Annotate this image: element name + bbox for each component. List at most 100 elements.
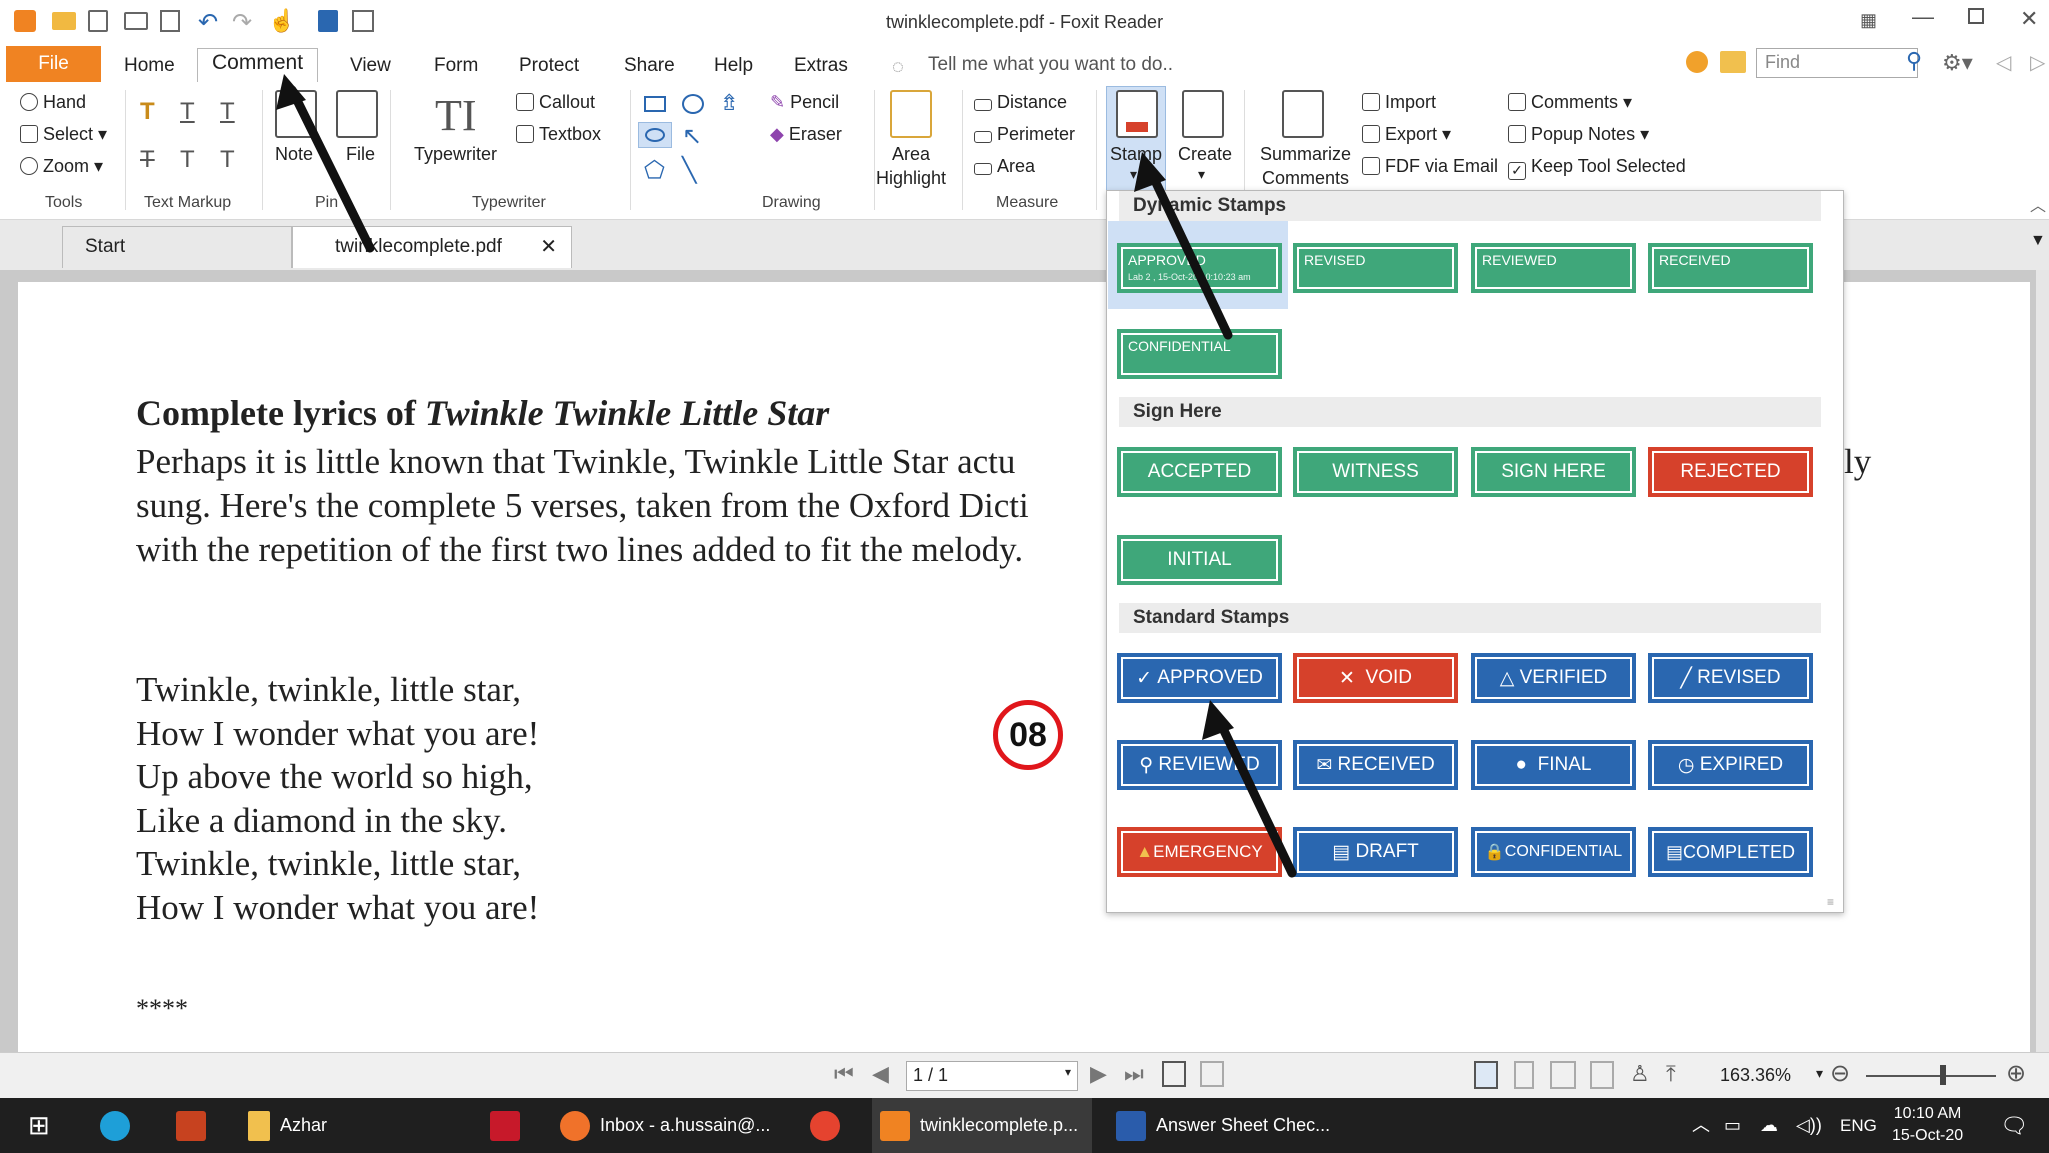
clock[interactable]: 10:10 AM 15-Oct-20 bbox=[1892, 1098, 1963, 1153]
vertical-scrollbar[interactable] bbox=[2036, 270, 2049, 1052]
app-icon[interactable] bbox=[176, 1098, 216, 1153]
collapse-ribbon-icon[interactable]: ︿ bbox=[2030, 192, 2046, 216]
stamp-expired[interactable]: ◷ EXPIRED bbox=[1648, 740, 1813, 790]
select-tool[interactable]: Select ▾ bbox=[20, 124, 107, 145]
textbox-button[interactable]: Textbox bbox=[516, 124, 601, 145]
taskbar-word[interactable]: Answer Sheet Chec... bbox=[1116, 1098, 1330, 1153]
edge-icon[interactable] bbox=[100, 1098, 140, 1153]
polyline-icon[interactable]: ⇯ bbox=[720, 90, 738, 116]
mendeley-icon[interactable] bbox=[490, 1098, 530, 1153]
last-page-icon[interactable]: ⏭ bbox=[1124, 1061, 1144, 1087]
summarize-label-2[interactable]: Comments bbox=[1262, 168, 1349, 189]
taskbar-folder[interactable]: Azhar bbox=[248, 1098, 327, 1153]
heart-icon[interactable] bbox=[1686, 51, 1708, 73]
network-icon[interactable]: ▭ bbox=[1724, 1098, 1741, 1153]
hand-tool[interactable]: Hand bbox=[20, 92, 86, 113]
dynamic-stamp-received[interactable]: RECEIVED bbox=[1648, 243, 1813, 293]
note-label[interactable]: Note bbox=[275, 144, 313, 165]
strikeout-text-button[interactable]: T bbox=[140, 146, 155, 174]
zoom-tool[interactable]: Zoom ▾ bbox=[20, 156, 103, 177]
area-highlight-label-1[interactable]: Area bbox=[892, 144, 930, 165]
search-icon[interactable]: ⚲ bbox=[1906, 48, 1922, 74]
notifications-icon[interactable]: 🗨 bbox=[2000, 1098, 2028, 1153]
zoom-level[interactable]: 163.36% bbox=[1720, 1065, 1791, 1086]
dynamic-stamp-reviewed[interactable]: REVIEWED bbox=[1471, 243, 1636, 293]
tab-extras[interactable]: Extras bbox=[780, 52, 862, 82]
reading-mode-icon[interactable]: ♙ bbox=[1630, 1061, 1650, 1087]
cloud-tray-icon[interactable]: ☁ bbox=[1760, 1098, 1778, 1153]
stamp-received[interactable]: ✉ RECEIVED bbox=[1293, 740, 1458, 790]
zoom-slider-thumb[interactable] bbox=[1940, 1065, 1946, 1085]
tab-protect[interactable]: Protect bbox=[505, 52, 593, 82]
stamp-emergency[interactable]: ▲ EMERGENCY bbox=[1117, 827, 1282, 877]
import-button[interactable]: Import bbox=[1362, 92, 1436, 113]
panel-resize-grip-icon[interactable]: ≡ bbox=[1827, 895, 1834, 909]
stamp-verified[interactable]: △ VERIFIED bbox=[1471, 653, 1636, 703]
prev-page-icon[interactable]: ◀ bbox=[872, 1061, 889, 1087]
summarize-icon[interactable] bbox=[1282, 90, 1324, 138]
restore-button[interactable] bbox=[1968, 8, 1984, 24]
tell-me-input[interactable]: Tell me what you want to do.. bbox=[928, 54, 1173, 76]
page-number-input[interactable]: 1 / 1 ▾ bbox=[906, 1061, 1078, 1091]
back-icon[interactable]: ◁ bbox=[1996, 50, 2011, 75]
typewriter-icon[interactable]: TI bbox=[435, 90, 477, 141]
arrow-icon[interactable]: ↖ bbox=[682, 122, 702, 151]
stamp-draft[interactable]: ▤ DRAFT bbox=[1293, 827, 1458, 877]
insert-page-icon[interactable] bbox=[1200, 1061, 1224, 1087]
zoom-in-icon[interactable]: ⊕ bbox=[2006, 1059, 2026, 1088]
tab-list-icon[interactable]: ▼ bbox=[2030, 232, 2046, 250]
export-button[interactable]: Export ▾ bbox=[1362, 124, 1451, 145]
volume-icon[interactable]: ◁)) bbox=[1796, 1098, 1822, 1153]
summarize-label-1[interactable]: Summarize bbox=[1260, 144, 1351, 165]
chrome-icon[interactable] bbox=[810, 1098, 850, 1153]
comments-button[interactable]: Comments ▾ bbox=[1508, 92, 1632, 113]
popup-notes-button[interactable]: Popup Notes ▾ bbox=[1508, 124, 1649, 145]
highlight-text-button[interactable]: T bbox=[140, 98, 155, 126]
dynamic-stamp-confidential[interactable]: CONFIDENTIAL bbox=[1117, 329, 1282, 379]
stamp-revised[interactable]: ╱ REVISED bbox=[1648, 653, 1813, 703]
underline-text-button[interactable]: T bbox=[180, 98, 195, 126]
extract-page-icon[interactable] bbox=[1162, 1061, 1186, 1087]
tab-view[interactable]: View bbox=[336, 52, 405, 82]
callout-button[interactable]: Callout bbox=[516, 92, 595, 113]
zoom-out-icon[interactable]: ⊖ bbox=[1830, 1059, 1850, 1088]
stamp-void[interactable]: ✕ VOID bbox=[1293, 653, 1458, 703]
stamp-approved[interactable]: ✓ APPROVED bbox=[1117, 653, 1282, 703]
area-highlight-label-2[interactable]: Highlight bbox=[876, 168, 946, 189]
fdf-email-button[interactable]: FDF via Email bbox=[1362, 156, 1498, 177]
windows-start-icon[interactable]: ⊞ bbox=[28, 1098, 50, 1153]
find-input[interactable]: Find bbox=[1756, 48, 1918, 78]
minimize-button[interactable]: — bbox=[1912, 4, 1934, 30]
squiggly-text-button[interactable]: T bbox=[220, 98, 235, 126]
tab-help[interactable]: Help bbox=[700, 52, 767, 82]
area-highlight-icon[interactable] bbox=[890, 90, 932, 138]
replace-text-button[interactable]: T bbox=[180, 146, 195, 174]
keep-tool-checkbox[interactable]: ✓ Keep Tool Selected bbox=[1508, 156, 1686, 180]
stamp-reviewed[interactable]: ⚲ REVIEWED bbox=[1117, 740, 1282, 790]
tab-comment[interactable]: Comment bbox=[197, 48, 319, 82]
tab-home[interactable]: Home bbox=[110, 52, 189, 82]
stamp-completed[interactable]: ▤ COMPLETED bbox=[1648, 827, 1813, 877]
page-dropdown-icon[interactable]: ▾ bbox=[1065, 1065, 1071, 1079]
tab-start[interactable]: Start bbox=[62, 226, 292, 268]
polygon-icon[interactable]: ⬠ bbox=[644, 156, 665, 185]
zoom-dropdown-icon[interactable]: ▾ bbox=[1816, 1065, 1823, 1082]
folder-search-icon[interactable] bbox=[1720, 51, 1746, 73]
close-tab-icon[interactable]: ✕ bbox=[540, 227, 557, 267]
line-icon[interactable]: ╲ bbox=[682, 156, 696, 185]
stamp-accepted[interactable]: ACCEPTED bbox=[1117, 447, 1282, 497]
stamp-witness[interactable]: WITNESS bbox=[1293, 447, 1458, 497]
tab-share[interactable]: Share bbox=[610, 52, 689, 82]
ribbon-display-icon[interactable]: ▦ bbox=[1860, 10, 1877, 31]
eraser-button[interactable]: ◆ Eraser bbox=[770, 124, 842, 145]
file-label[interactable]: File bbox=[346, 144, 375, 165]
stamp-rejected[interactable]: REJECTED bbox=[1648, 447, 1813, 497]
stamp-dropdown-icon[interactable]: ▾ bbox=[1130, 166, 1137, 183]
create-label[interactable]: Create bbox=[1178, 144, 1232, 165]
cloud-icon[interactable] bbox=[682, 94, 704, 114]
continuous-icon[interactable] bbox=[1514, 1061, 1534, 1089]
taskbar-foxit[interactable]: twinklecomplete.p... bbox=[872, 1098, 1092, 1153]
create-dropdown-icon[interactable]: ▾ bbox=[1198, 166, 1205, 183]
rectangle-icon[interactable] bbox=[644, 96, 666, 112]
distance-button[interactable]: Distance bbox=[974, 92, 1067, 113]
